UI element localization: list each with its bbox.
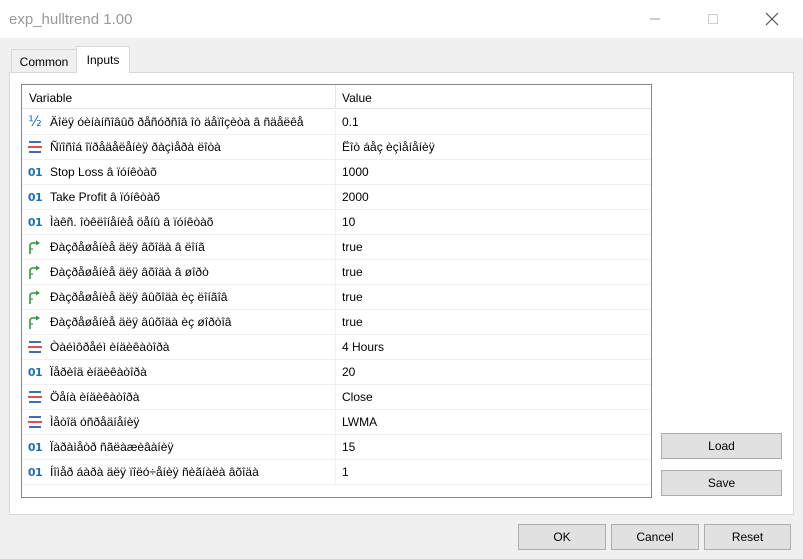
tab-common[interactable]: Common [11, 49, 77, 73]
column-divider [335, 460, 336, 485]
parameter-value[interactable]: 1000 [342, 160, 369, 185]
column-divider [335, 435, 336, 460]
column-divider [335, 385, 336, 410]
parameter-value[interactable]: true [342, 235, 363, 260]
parameter-value[interactable]: true [342, 310, 363, 335]
parameter-value[interactable]: 4 Hours [342, 335, 384, 360]
column-divider [335, 335, 336, 360]
column-divider [335, 185, 336, 210]
parameter-value[interactable]: 2000 [342, 185, 369, 210]
parameter-name: Öåíà èíäèêàòîðà [50, 390, 140, 404]
parameter-name: Ïåðèîä èíäèêàòîðà [50, 365, 147, 379]
fraction-icon: ½ [28, 114, 42, 130]
parameter-value[interactable]: true [342, 260, 363, 285]
bool-icon [27, 264, 43, 280]
title-bar: exp_hulltrend 1.00 [0, 0, 803, 38]
parameter-name: Ðàçðåøåíèå äëÿ âûõîäà èç ëîíãîâ [50, 290, 228, 304]
tab-inputs[interactable]: Inputs [76, 46, 130, 73]
reset-button[interactable]: Reset [704, 524, 791, 550]
integer-icon: 01 [27, 465, 43, 479]
enum-icon [27, 139, 43, 155]
minimize-button[interactable] [632, 0, 678, 38]
table-row[interactable]: 01 Take Profit â ïóíêòàõ 2000 [22, 185, 651, 210]
table-row[interactable]: Ðàçðåøåíèå äëÿ âõîäà â ëîíã true [22, 235, 651, 260]
column-divider [335, 135, 336, 160]
parameter-value[interactable]: Ëîò áåç èçìåíåíèÿ [342, 135, 435, 160]
parameter-name: Ðàçðåøåíèå äëÿ âûõîäà èç øîðòîâ [50, 315, 232, 329]
column-divider [335, 360, 336, 385]
grid-header: Variable Value [22, 85, 651, 109]
enum-icon [27, 339, 43, 355]
load-button[interactable]: Load [661, 433, 782, 459]
integer-icon: 01 [27, 165, 43, 179]
column-divider [335, 410, 336, 435]
parameter-value[interactable]: 10 [342, 210, 355, 235]
parameter-name: Ïàðàìåòð ñãëàæèâàíèÿ [50, 440, 174, 454]
parameter-value[interactable]: LWMA [342, 410, 377, 435]
parameter-value[interactable]: 1 [342, 460, 349, 485]
column-divider [335, 235, 336, 260]
table-row[interactable]: 01 Ìàêñ. îòêëîíåíèå öåíû â ïóíêòàõ 10 [22, 210, 651, 235]
table-row[interactable]: Ðàçðåøåíèå äëÿ âõîäà â øîðò true [22, 260, 651, 285]
tab-common-label: Common [19, 54, 69, 69]
parameter-value[interactable]: 15 [342, 435, 355, 460]
integer-icon: 01 [27, 215, 43, 229]
parameter-value[interactable]: true [342, 285, 363, 310]
table-row[interactable]: 01 Íîìåð áàðà äëÿ ïîëó÷åíèÿ ñèãíàëà âõîäà… [22, 460, 651, 485]
enum-icon [27, 389, 43, 405]
close-icon [765, 12, 779, 26]
table-row[interactable]: 01 Stop Loss â ïóíêòàõ 1000 [22, 160, 651, 185]
integer-icon: 01 [27, 365, 43, 379]
bool-icon [27, 289, 43, 305]
column-header-value[interactable]: Value [335, 85, 651, 109]
table-row[interactable]: ½ Äîëÿ óèíàíñîâûõ ðåñóðñîâ îò äåïîçèòà â … [22, 110, 651, 135]
column-divider [335, 110, 336, 135]
window-title: exp_hulltrend 1.00 [9, 11, 133, 28]
parameter-name: Òàéìôðåéì èíäèêàòîðà [50, 340, 170, 354]
parameter-name: Ðàçðåøåíèå äëÿ âõîäà â øîðò [50, 265, 209, 279]
table-row[interactable]: Ñïîñîá îïðåäåëåíèÿ ðàçìåðà ëîòà Ëîò áåç è… [22, 135, 651, 160]
parameter-value[interactable]: 0.1 [342, 110, 359, 135]
save-button[interactable]: Save [661, 470, 782, 496]
table-row[interactable]: Ðàçðåøåíèå äëÿ âûõîäà èç øîðòîâ true [22, 310, 651, 335]
parameter-name: Take Profit â ïóíêòàõ [50, 190, 161, 204]
column-divider [335, 210, 336, 235]
bool-icon [27, 239, 43, 255]
maximize-button[interactable] [690, 0, 736, 38]
table-row[interactable]: Ìåòîä óñðåäíåíèÿ LWMA [22, 410, 651, 435]
close-button[interactable] [749, 0, 795, 38]
maximize-icon [708, 14, 718, 24]
parameter-name: Stop Loss â ïóíêòàõ [50, 165, 157, 179]
integer-icon: 01 [27, 440, 43, 454]
table-row[interactable]: 01 Ïàðàìåòð ñãëàæèâàíèÿ 15 [22, 435, 651, 460]
enum-icon [27, 414, 43, 430]
inputs-grid[interactable]: Variable Value ½ Äîëÿ óèíàíñîâûõ ðåñóðñîâ… [21, 84, 652, 498]
table-row[interactable]: Òàéìôðåéì èíäèêàòîðà 4 Hours [22, 335, 651, 360]
parameter-name: Ñïîñîá îïðåäåëåíèÿ ðàçìåðà ëîòà [50, 140, 221, 154]
table-row[interactable]: Ðàçðåøåíèå äëÿ âûõîäà èç ëîíãîâ true [22, 285, 651, 310]
parameter-name: Íîìåð áàðà äëÿ ïîëó÷åíèÿ ñèãíàëà âõîäà [50, 465, 259, 479]
column-header-variable[interactable]: Variable [22, 85, 335, 109]
parameter-value[interactable]: Close [342, 385, 373, 410]
parameter-name: Ìåòîä óñðåäíåíèÿ [50, 415, 140, 429]
minimize-icon [650, 18, 660, 20]
parameter-name: Äîëÿ óèíàíñîâûõ ðåñóðñîâ îò äåïîçèòà â ñ… [50, 115, 304, 129]
column-divider [335, 260, 336, 285]
parameter-name: Ìàêñ. îòêëîíåíèå öåíû â ïóíêòàõ [50, 215, 214, 229]
column-divider [335, 160, 336, 185]
table-row[interactable]: Öåíà èíäèêàòîðà Close [22, 385, 651, 410]
ok-button[interactable]: OK [518, 524, 606, 550]
parameter-value[interactable]: 20 [342, 360, 355, 385]
column-divider [335, 310, 336, 335]
parameter-name: Ðàçðåøåíèå äëÿ âõîäà â ëîíã [50, 240, 205, 254]
tab-inputs-label: Inputs [86, 53, 120, 67]
table-row[interactable]: 01 Ïåðèîä èíäèêàòîðà 20 [22, 360, 651, 385]
column-divider [335, 285, 336, 310]
integer-icon: 01 [27, 190, 43, 204]
cancel-button[interactable]: Cancel [611, 524, 699, 550]
bool-icon [27, 314, 43, 330]
